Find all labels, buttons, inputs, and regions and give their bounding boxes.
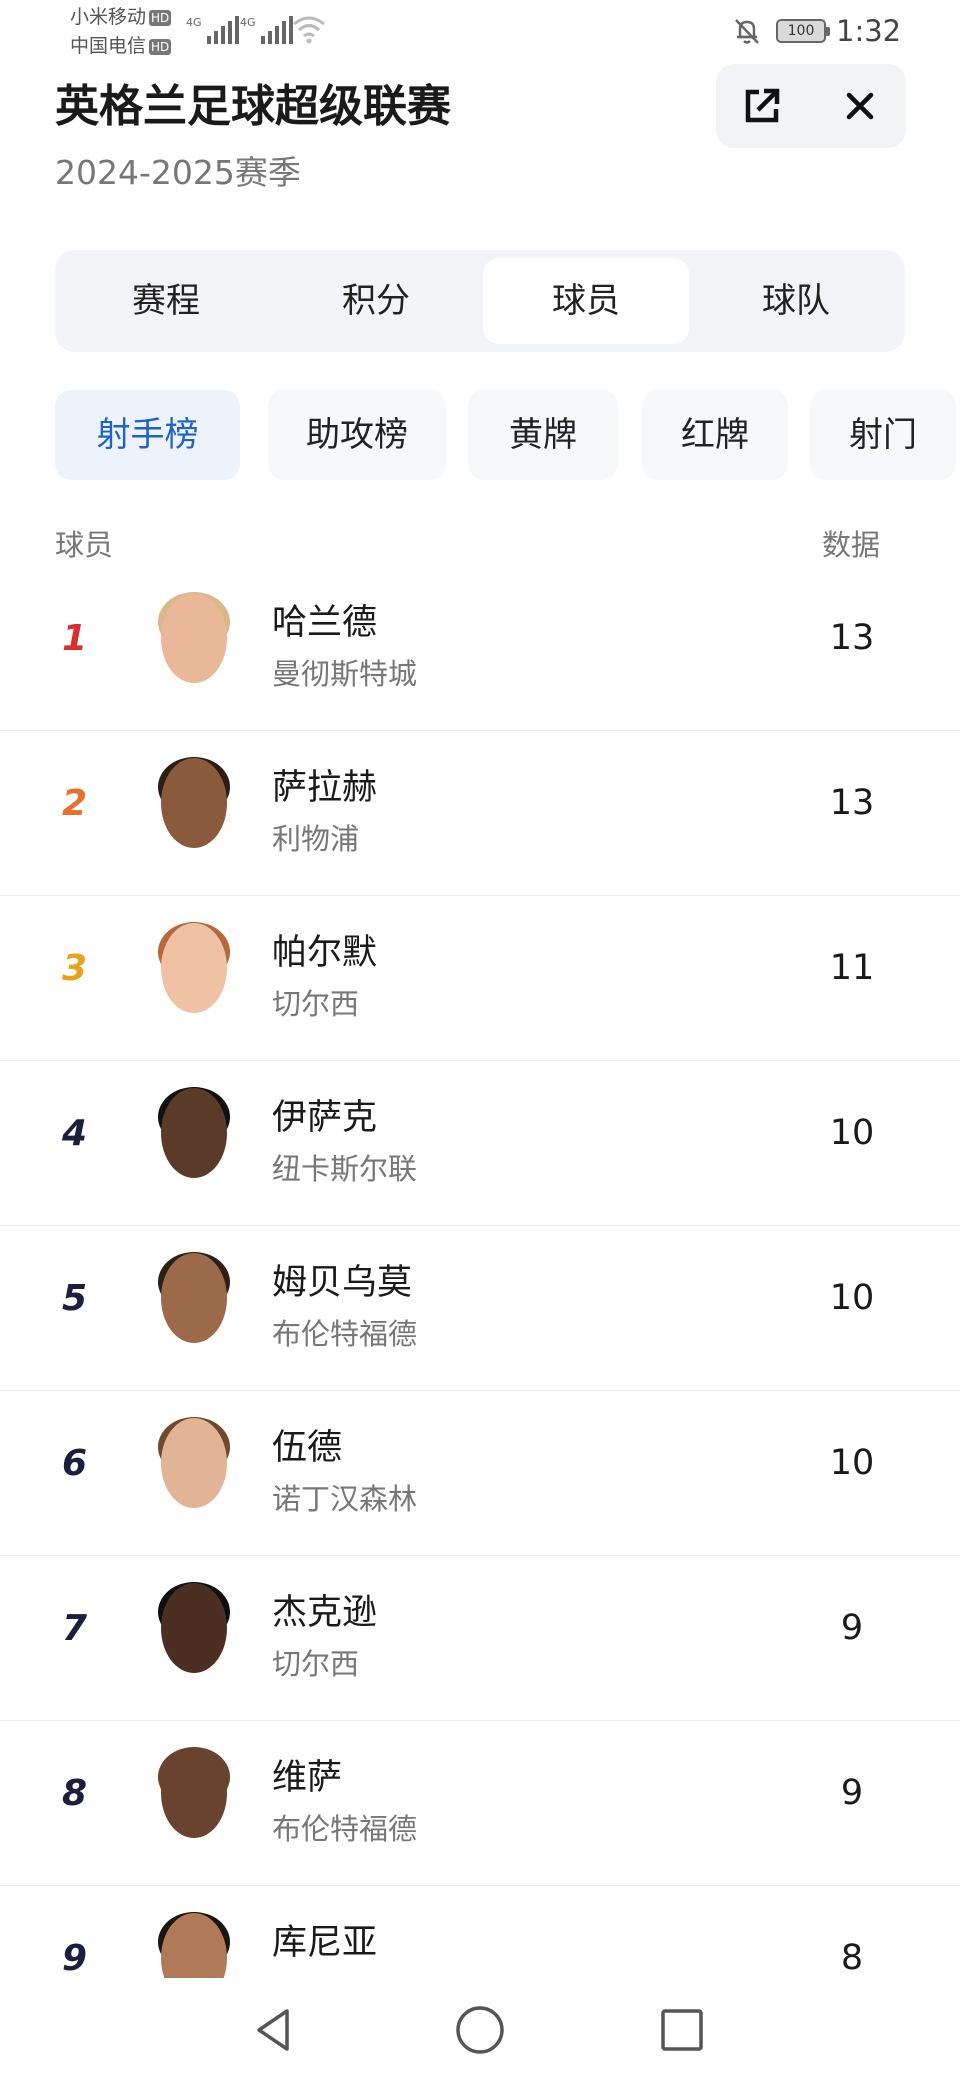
battery-indicator: 100 bbox=[776, 19, 830, 43]
player-name: 帕尔默 bbox=[272, 933, 378, 973]
clock: 1:32 bbox=[836, 14, 902, 48]
player-name: 伊萨克 bbox=[272, 1098, 378, 1138]
player-stat-value: 9 bbox=[840, 1773, 864, 1813]
hd-badge: HD bbox=[149, 9, 172, 26]
back-icon bbox=[257, 2009, 289, 2051]
recents-icon bbox=[661, 2009, 703, 2051]
signal-2-icon: 4G bbox=[240, 16, 293, 44]
carrier-2-name: 中国电信 bbox=[70, 35, 147, 57]
player-row[interactable]: 5 姆贝乌莫 布伦特福德 10 bbox=[0, 1226, 960, 1391]
chip-assists[interactable]: 助攻榜 bbox=[268, 390, 446, 480]
season-label: 2024-2025赛季 bbox=[55, 153, 301, 192]
close-icon bbox=[846, 92, 874, 120]
hd-badge: HD bbox=[149, 38, 172, 55]
tab-teams[interactable]: 球队 bbox=[693, 258, 899, 344]
rank-number: 5 bbox=[62, 1278, 88, 1319]
player-name: 维萨 bbox=[272, 1758, 343, 1798]
player-name: 萨拉赫 bbox=[272, 768, 378, 808]
share-button[interactable] bbox=[738, 82, 786, 130]
column-header-player: 球员 bbox=[55, 528, 114, 562]
player-avatar bbox=[158, 1582, 230, 1673]
chip-red-cards[interactable]: 红牌 bbox=[642, 390, 788, 480]
rank-number: 4 bbox=[62, 1113, 88, 1154]
signal-1-icon: 4G bbox=[186, 16, 239, 44]
network-type-1: 4G bbox=[186, 16, 202, 29]
player-row[interactable]: 1 哈兰德 曼彻斯特城 13 bbox=[0, 566, 960, 731]
nav-home-button[interactable] bbox=[450, 2000, 510, 2060]
player-stat-value: 13 bbox=[829, 618, 875, 658]
player-name: 伍德 bbox=[272, 1428, 343, 1468]
carrier-1: 小米移动 HD bbox=[70, 6, 172, 28]
player-team: 切尔西 bbox=[272, 1647, 360, 1681]
player-stat-value: 11 bbox=[829, 948, 875, 988]
rank-number: 9 bbox=[62, 1938, 88, 1978]
chip-top-scorers[interactable]: 射手榜 bbox=[55, 390, 240, 480]
player-avatar bbox=[158, 1912, 230, 1978]
player-stat-value: 13 bbox=[829, 783, 875, 823]
player-row[interactable]: 6 伍德 诺丁汉森林 10 bbox=[0, 1391, 960, 1556]
player-list: 1 哈兰德 曼彻斯特城 13 2 萨拉赫 利物浦 13 3 帕尔默 切尔西 11… bbox=[0, 566, 960, 1978]
player-avatar bbox=[158, 1417, 230, 1508]
rank-number: 2 bbox=[62, 783, 88, 824]
chip-shots[interactable]: 射门 bbox=[810, 390, 956, 480]
player-stat-value: 9 bbox=[840, 1608, 864, 1648]
share-icon bbox=[745, 88, 780, 123]
player-name: 姆贝乌莫 bbox=[272, 1263, 413, 1303]
player-stat-value: 10 bbox=[829, 1443, 875, 1483]
player-row[interactable]: 7 杰克逊 切尔西 9 bbox=[0, 1556, 960, 1721]
player-stat-value: 10 bbox=[829, 1278, 875, 1318]
player-avatar bbox=[158, 1087, 230, 1178]
close-button[interactable] bbox=[836, 82, 884, 130]
player-team: 布伦特福德 bbox=[272, 1317, 418, 1351]
player-avatar bbox=[158, 1747, 230, 1838]
player-row[interactable]: 2 萨拉赫 利物浦 13 bbox=[0, 731, 960, 896]
carrier-2: 中国电信 HD bbox=[70, 35, 172, 57]
rank-number: 1 bbox=[62, 618, 88, 659]
player-stat-value: 8 bbox=[840, 1938, 864, 1978]
player-row[interactable]: 3 帕尔默 切尔西 11 bbox=[0, 896, 960, 1061]
tab-standings[interactable]: 积分 bbox=[273, 258, 479, 344]
chip-yellow-cards[interactable]: 黄牌 bbox=[468, 390, 618, 480]
network-type-2: 4G bbox=[240, 16, 256, 29]
player-team: 曼彻斯特城 bbox=[272, 657, 418, 691]
player-name: 库尼亚 bbox=[272, 1923, 378, 1963]
player-name: 哈兰德 bbox=[272, 603, 378, 643]
player-avatar bbox=[158, 757, 230, 848]
player-avatar bbox=[158, 1252, 230, 1343]
page-title: 英格兰足球超级联赛 bbox=[55, 81, 451, 132]
carrier-1-name: 小米移动 bbox=[70, 6, 147, 28]
player-row[interactable]: 4 伊萨克 纽卡斯尔联 10 bbox=[0, 1061, 960, 1226]
main-tabs: 赛程 积分 球员 球队 bbox=[55, 250, 905, 352]
player-avatar bbox=[158, 922, 230, 1013]
tab-schedule[interactable]: 赛程 bbox=[63, 258, 269, 344]
nav-recents-button[interactable] bbox=[652, 2000, 712, 2060]
player-team: 布伦特福德 bbox=[272, 1812, 418, 1846]
player-row[interactable]: 9 库尼亚 8 bbox=[0, 1886, 960, 1978]
player-avatar bbox=[158, 592, 230, 683]
rank-number: 6 bbox=[62, 1443, 88, 1484]
header-actions bbox=[716, 64, 906, 148]
home-icon bbox=[456, 2006, 504, 2054]
rank-number: 3 bbox=[62, 948, 88, 989]
player-stat-value: 10 bbox=[829, 1113, 875, 1153]
rank-number: 8 bbox=[62, 1773, 88, 1814]
stat-category-tabs: 射手榜 助攻榜 黄牌 红牌 射门 bbox=[0, 390, 960, 482]
nav-back-button[interactable] bbox=[244, 2000, 304, 2060]
rank-number: 7 bbox=[62, 1608, 88, 1649]
player-team: 纽卡斯尔联 bbox=[272, 1152, 418, 1186]
bell-muted-icon bbox=[735, 19, 759, 44]
player-name: 杰克逊 bbox=[272, 1593, 378, 1633]
player-team: 诺丁汉森林 bbox=[272, 1482, 418, 1516]
player-team: 利物浦 bbox=[272, 822, 360, 856]
tab-players[interactable]: 球员 bbox=[483, 258, 689, 344]
player-team: 切尔西 bbox=[272, 987, 360, 1021]
wifi-icon bbox=[293, 16, 325, 44]
status-bar: 小米移动 HD 中国电信 HD 4G 4G 100 1:32 bbox=[0, 0, 960, 62]
system-nav-bar bbox=[0, 1978, 960, 2080]
column-header-data: 数据 bbox=[822, 528, 881, 562]
player-row[interactable]: 8 维萨 布伦特福德 9 bbox=[0, 1721, 960, 1886]
